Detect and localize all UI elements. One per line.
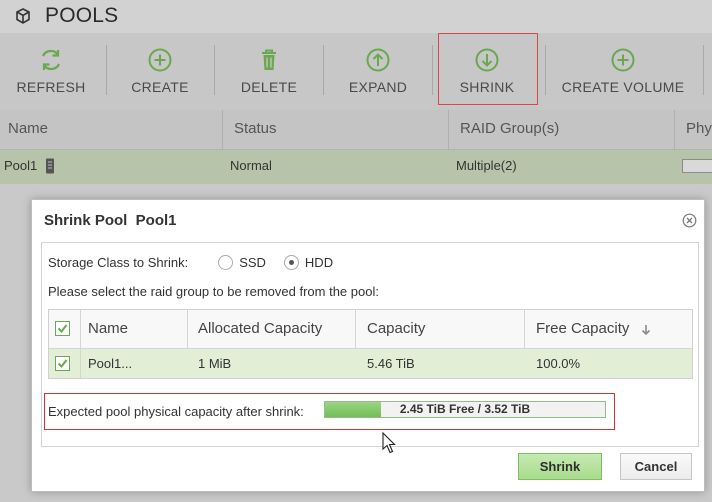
expected-capacity-label: Expected pool physical capacity after sh… <box>48 404 304 419</box>
check-icon <box>57 359 68 369</box>
shrink-highlight <box>438 33 538 105</box>
row-checkbox[interactable] <box>55 356 70 371</box>
pools-grid-header: Name Status RAID Group(s) Phy <box>0 110 712 150</box>
expand-label: EXPAND <box>348 79 408 95</box>
toolbar-separator <box>323 45 324 95</box>
mouse-cursor-icon <box>382 432 396 454</box>
column-divider <box>80 310 81 349</box>
toolbar-separator <box>432 45 433 95</box>
physical-capacity-bar <box>682 159 712 173</box>
delete-label: DELETE <box>240 79 298 95</box>
column-divider <box>448 110 449 150</box>
pool-name: Pool1 <box>4 158 38 173</box>
column-name[interactable]: Name <box>8 110 48 150</box>
toolbar-separator <box>703 45 704 95</box>
radio-hdd-button[interactable] <box>283 255 299 270</box>
cancel-button[interactable]: Cancel <box>620 453 692 480</box>
shrink-pool-dialog: Shrink Pool Pool1 Storage Class to Shrin… <box>31 199 705 492</box>
create-volume-label: CREATE VOLUME <box>561 79 685 95</box>
column-divider <box>524 310 525 349</box>
title-bar: POOLS <box>0 0 712 33</box>
radio-ssd[interactable]: SSD <box>218 255 266 270</box>
create-volume-button[interactable]: CREATE VOLUME <box>561 33 685 110</box>
raid-group-table: Name Allocated Capacity Capacity Free Ca… <box>48 309 693 379</box>
column-name[interactable]: Name <box>88 310 128 349</box>
select-all-checkbox[interactable] <box>55 321 70 336</box>
radio-hdd-label: HDD <box>304 255 334 270</box>
storage-class-label: Storage Class to Shrink: <box>48 255 189 270</box>
free-capacity-value: 100.0% <box>536 356 581 371</box>
column-capacity[interactable]: Capacity <box>367 310 425 349</box>
capacity-progress-bar: 2.45 TiB Free / 3.52 TiB <box>324 401 606 418</box>
expected-capacity-box: Expected pool physical capacity after sh… <box>44 393 615 430</box>
refresh-button[interactable]: REFRESH <box>14 33 88 110</box>
column-divider <box>674 110 675 150</box>
refresh-label: REFRESH <box>16 79 86 95</box>
column-physical[interactable]: Phy <box>686 110 712 150</box>
radio-ssd-label: SSD <box>239 255 266 270</box>
radio-hdd[interactable]: HDD <box>283 255 334 270</box>
dialog-title: Shrink Pool Pool1 <box>44 212 177 229</box>
pool-raid-groups: Multiple(2) <box>456 158 517 173</box>
delete-button[interactable]: DELETE <box>232 33 306 110</box>
column-divider <box>222 110 223 150</box>
allocated-capacity-value: 1 MiB <box>198 356 232 371</box>
column-divider <box>187 310 188 349</box>
expand-button[interactable]: EXPAND <box>341 33 415 110</box>
column-raid-groups[interactable]: RAID Group(s) <box>460 110 559 150</box>
close-icon[interactable] <box>682 213 697 228</box>
raid-group-table-header: Name Allocated Capacity Capacity Free Ca… <box>49 310 692 349</box>
column-free-capacity[interactable]: Free Capacity <box>536 310 629 349</box>
radio-ssd-button[interactable] <box>218 255 234 270</box>
cube-icon <box>16 8 30 24</box>
check-icon <box>57 324 68 334</box>
dialog-body: Storage Class to Shrink: SSD HDD Please … <box>41 242 699 447</box>
table-row[interactable]: Pool1... 1 MiB 5.46 TiB 100.0% <box>49 349 692 378</box>
toolbar: REFRESH CREATE DELETE EXPAND SHRINK CREA… <box>0 33 712 110</box>
column-divider <box>80 349 81 378</box>
create-label: CREATE <box>131 79 189 95</box>
disk-icon <box>46 158 54 174</box>
trash-icon <box>262 49 276 70</box>
plus-circle-icon <box>148 48 172 72</box>
toolbar-separator <box>214 45 215 95</box>
capacity-value: 5.46 TiB <box>367 356 415 371</box>
capacity-progress-text: 2.45 TiB Free / 3.52 TiB <box>399 402 531 416</box>
column-status[interactable]: Status <box>234 110 277 150</box>
refresh-icon <box>41 49 61 71</box>
column-allocated-capacity[interactable]: Allocated Capacity <box>198 310 322 349</box>
pool-status: Normal <box>230 158 272 173</box>
instruction-text: Please select the raid group to be remov… <box>48 284 379 299</box>
raid-group-name: Pool1... <box>88 356 133 371</box>
column-divider <box>355 310 356 349</box>
toolbar-separator <box>545 45 546 95</box>
toolbar-separator <box>106 45 107 95</box>
page-title: POOLS <box>45 4 119 27</box>
arrow-up-circle-icon <box>366 48 390 72</box>
create-button[interactable]: CREATE <box>124 33 196 110</box>
sort-down-icon[interactable] <box>641 324 651 336</box>
storage-class-row: Storage Class to Shrink: SSD HDD <box>48 255 333 270</box>
plus-circle-icon <box>611 48 635 72</box>
table-row[interactable]: Pool1 Normal Multiple(2) <box>0 150 712 184</box>
shrink-confirm-button[interactable]: Shrink <box>518 453 602 480</box>
